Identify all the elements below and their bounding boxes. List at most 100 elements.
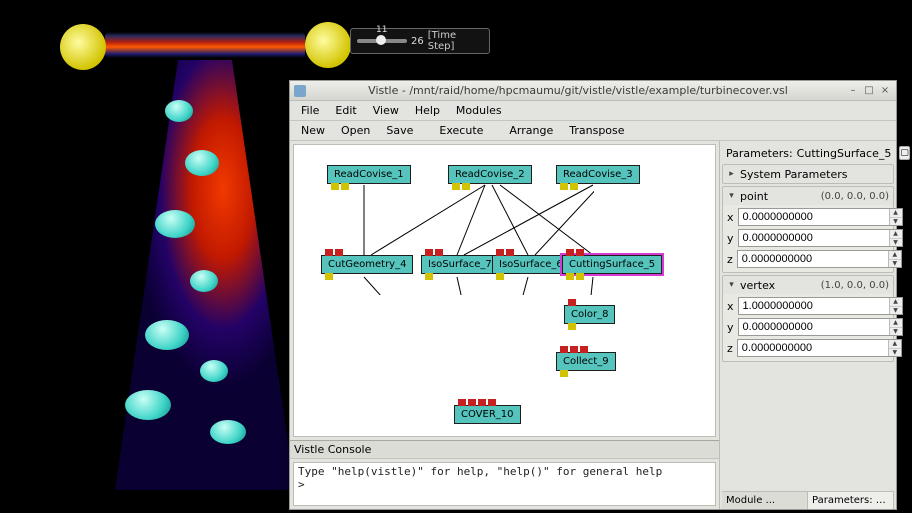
menu-view[interactable]: View bbox=[366, 102, 406, 119]
window-maximize-button[interactable]: □ bbox=[862, 85, 876, 97]
window-minimize-button[interactable]: – bbox=[846, 85, 860, 97]
input-port[interactable] bbox=[425, 249, 433, 256]
spinbox-point-z[interactable]: ▲▼ bbox=[737, 250, 902, 268]
output-port[interactable] bbox=[566, 273, 574, 280]
spinbox-point-x[interactable]: ▲▼ bbox=[738, 208, 903, 226]
input-port[interactable] bbox=[506, 249, 514, 256]
input-port[interactable] bbox=[458, 399, 466, 406]
spin-down-icon[interactable]: ▼ bbox=[889, 349, 901, 357]
spin-down-icon[interactable]: ▼ bbox=[890, 328, 902, 336]
node-cutgeometry-4[interactable]: CutGeometry_4 bbox=[321, 255, 413, 274]
menu-help[interactable]: Help bbox=[408, 102, 447, 119]
spin-up-icon[interactable]: ▲ bbox=[889, 340, 901, 349]
console-output[interactable]: Type "help(vistle)" for help, "help()" f… bbox=[293, 462, 716, 506]
output-port[interactable] bbox=[452, 183, 460, 190]
parameters-title-module: CuttingSurface_5 bbox=[797, 147, 892, 160]
input-port[interactable] bbox=[496, 249, 504, 256]
param-input[interactable] bbox=[739, 319, 889, 335]
module-graph-canvas[interactable]: ReadCovise_1 ReadCovise_2 ReadCovise_3 bbox=[293, 144, 716, 437]
tool-arrange[interactable]: Arrange bbox=[502, 122, 560, 139]
param-input[interactable] bbox=[739, 230, 889, 246]
spinbox-point-y[interactable]: ▲▼ bbox=[738, 229, 903, 247]
spinbox-vertex-x[interactable]: ▲▼ bbox=[738, 297, 903, 315]
node-readcovise-1[interactable]: ReadCovise_1 bbox=[327, 165, 411, 184]
input-port[interactable] bbox=[568, 299, 576, 306]
input-port[interactable] bbox=[488, 399, 496, 406]
menu-file[interactable]: File bbox=[294, 102, 326, 119]
output-port[interactable] bbox=[496, 273, 504, 280]
output-port[interactable] bbox=[325, 273, 333, 280]
window-titlebar[interactable]: Vistle - /mnt/raid/home/hpcmaumu/git/vis… bbox=[290, 81, 896, 101]
iso-blob bbox=[200, 360, 228, 382]
app-icon bbox=[294, 85, 306, 97]
node-color-8[interactable]: Color_8 bbox=[564, 305, 615, 324]
tool-save[interactable]: Save bbox=[379, 122, 420, 139]
spin-down-icon[interactable]: ▼ bbox=[890, 239, 902, 247]
node-isosurface-7[interactable]: IsoSurface_7 bbox=[421, 255, 499, 274]
spin-up-icon[interactable]: ▲ bbox=[890, 319, 902, 328]
parameters-panel: Parameters: CuttingSurface_5 ▢ × ▸ Syste… bbox=[720, 141, 896, 509]
panel-float-button[interactable]: ▢ bbox=[899, 146, 910, 160]
node-cuttingsurface-5[interactable]: CuttingSurface_5 bbox=[562, 255, 662, 274]
menu-edit[interactable]: Edit bbox=[328, 102, 363, 119]
output-port[interactable] bbox=[570, 183, 578, 190]
node-collect-9[interactable]: Collect_9 bbox=[556, 352, 616, 371]
output-port[interactable] bbox=[425, 273, 433, 280]
group-label: System Parameters bbox=[740, 168, 847, 181]
time-step-slider[interactable]: 11 26 [Time Step] bbox=[350, 28, 490, 54]
group-header-point[interactable]: ▾ point (0.0, 0.0, 0.0) bbox=[723, 187, 893, 205]
group-vertex: ▾ vertex (1.0, 0.0, 0.0) x ▲▼ y bbox=[722, 275, 894, 362]
spin-up-icon[interactable]: ▲ bbox=[890, 298, 902, 307]
spin-down-icon[interactable]: ▼ bbox=[889, 260, 901, 268]
node-label: ReadCovise_3 bbox=[563, 169, 633, 180]
group-header-system[interactable]: ▸ System Parameters bbox=[723, 165, 893, 183]
output-port[interactable] bbox=[576, 273, 584, 280]
menu-modules[interactable]: Modules bbox=[449, 102, 509, 119]
tool-transpose[interactable]: Transpose bbox=[562, 122, 631, 139]
output-port[interactable] bbox=[331, 183, 339, 190]
input-port[interactable] bbox=[560, 346, 568, 353]
spin-up-icon[interactable]: ▲ bbox=[890, 230, 902, 239]
spin-up-icon[interactable]: ▲ bbox=[890, 209, 902, 218]
output-port[interactable] bbox=[568, 323, 576, 330]
node-label: Collect_9 bbox=[563, 356, 609, 367]
output-port[interactable] bbox=[462, 183, 470, 190]
input-port[interactable] bbox=[478, 399, 486, 406]
input-port[interactable] bbox=[566, 249, 574, 256]
input-port[interactable] bbox=[335, 249, 343, 256]
param-input[interactable] bbox=[738, 340, 888, 356]
tab-module-browser[interactable]: Module ... bbox=[722, 492, 808, 509]
tool-open[interactable]: Open bbox=[334, 122, 377, 139]
input-port[interactable] bbox=[576, 249, 584, 256]
output-port[interactable] bbox=[560, 183, 568, 190]
node-readcovise-3[interactable]: ReadCovise_3 bbox=[556, 165, 640, 184]
spin-up-icon[interactable]: ▲ bbox=[889, 251, 901, 260]
input-port[interactable] bbox=[570, 346, 578, 353]
output-port[interactable] bbox=[560, 370, 568, 377]
slider-thumb[interactable] bbox=[376, 35, 386, 45]
slider-label: [Time Step] bbox=[428, 30, 483, 52]
node-isosurface-6[interactable]: IsoSurface_6 bbox=[492, 255, 570, 274]
param-label: x bbox=[727, 211, 734, 224]
node-readcovise-2[interactable]: ReadCovise_2 bbox=[448, 165, 532, 184]
tool-new[interactable]: New bbox=[294, 122, 332, 139]
spin-down-icon[interactable]: ▼ bbox=[890, 307, 902, 315]
param-label: y bbox=[727, 321, 734, 334]
output-port[interactable] bbox=[341, 183, 349, 190]
param-input[interactable] bbox=[739, 209, 889, 225]
input-port[interactable] bbox=[325, 249, 333, 256]
spin-down-icon[interactable]: ▼ bbox=[890, 218, 902, 226]
window-close-button[interactable]: × bbox=[878, 85, 892, 97]
param-input[interactable] bbox=[738, 251, 888, 267]
tool-execute[interactable]: Execute bbox=[432, 122, 490, 139]
spinbox-vertex-z[interactable]: ▲▼ bbox=[737, 339, 902, 357]
spinbox-vertex-y[interactable]: ▲▼ bbox=[738, 318, 903, 336]
node-cover-10[interactable]: COVER_10 bbox=[454, 405, 521, 424]
input-port[interactable] bbox=[435, 249, 443, 256]
group-header-vertex[interactable]: ▾ vertex (1.0, 0.0, 0.0) bbox=[723, 276, 893, 294]
slider-track[interactable]: 11 bbox=[357, 39, 407, 43]
param-input[interactable] bbox=[739, 298, 889, 314]
tab-parameters[interactable]: Parameters: CuttingS... bbox=[808, 492, 894, 509]
input-port[interactable] bbox=[468, 399, 476, 406]
input-port[interactable] bbox=[580, 346, 588, 353]
